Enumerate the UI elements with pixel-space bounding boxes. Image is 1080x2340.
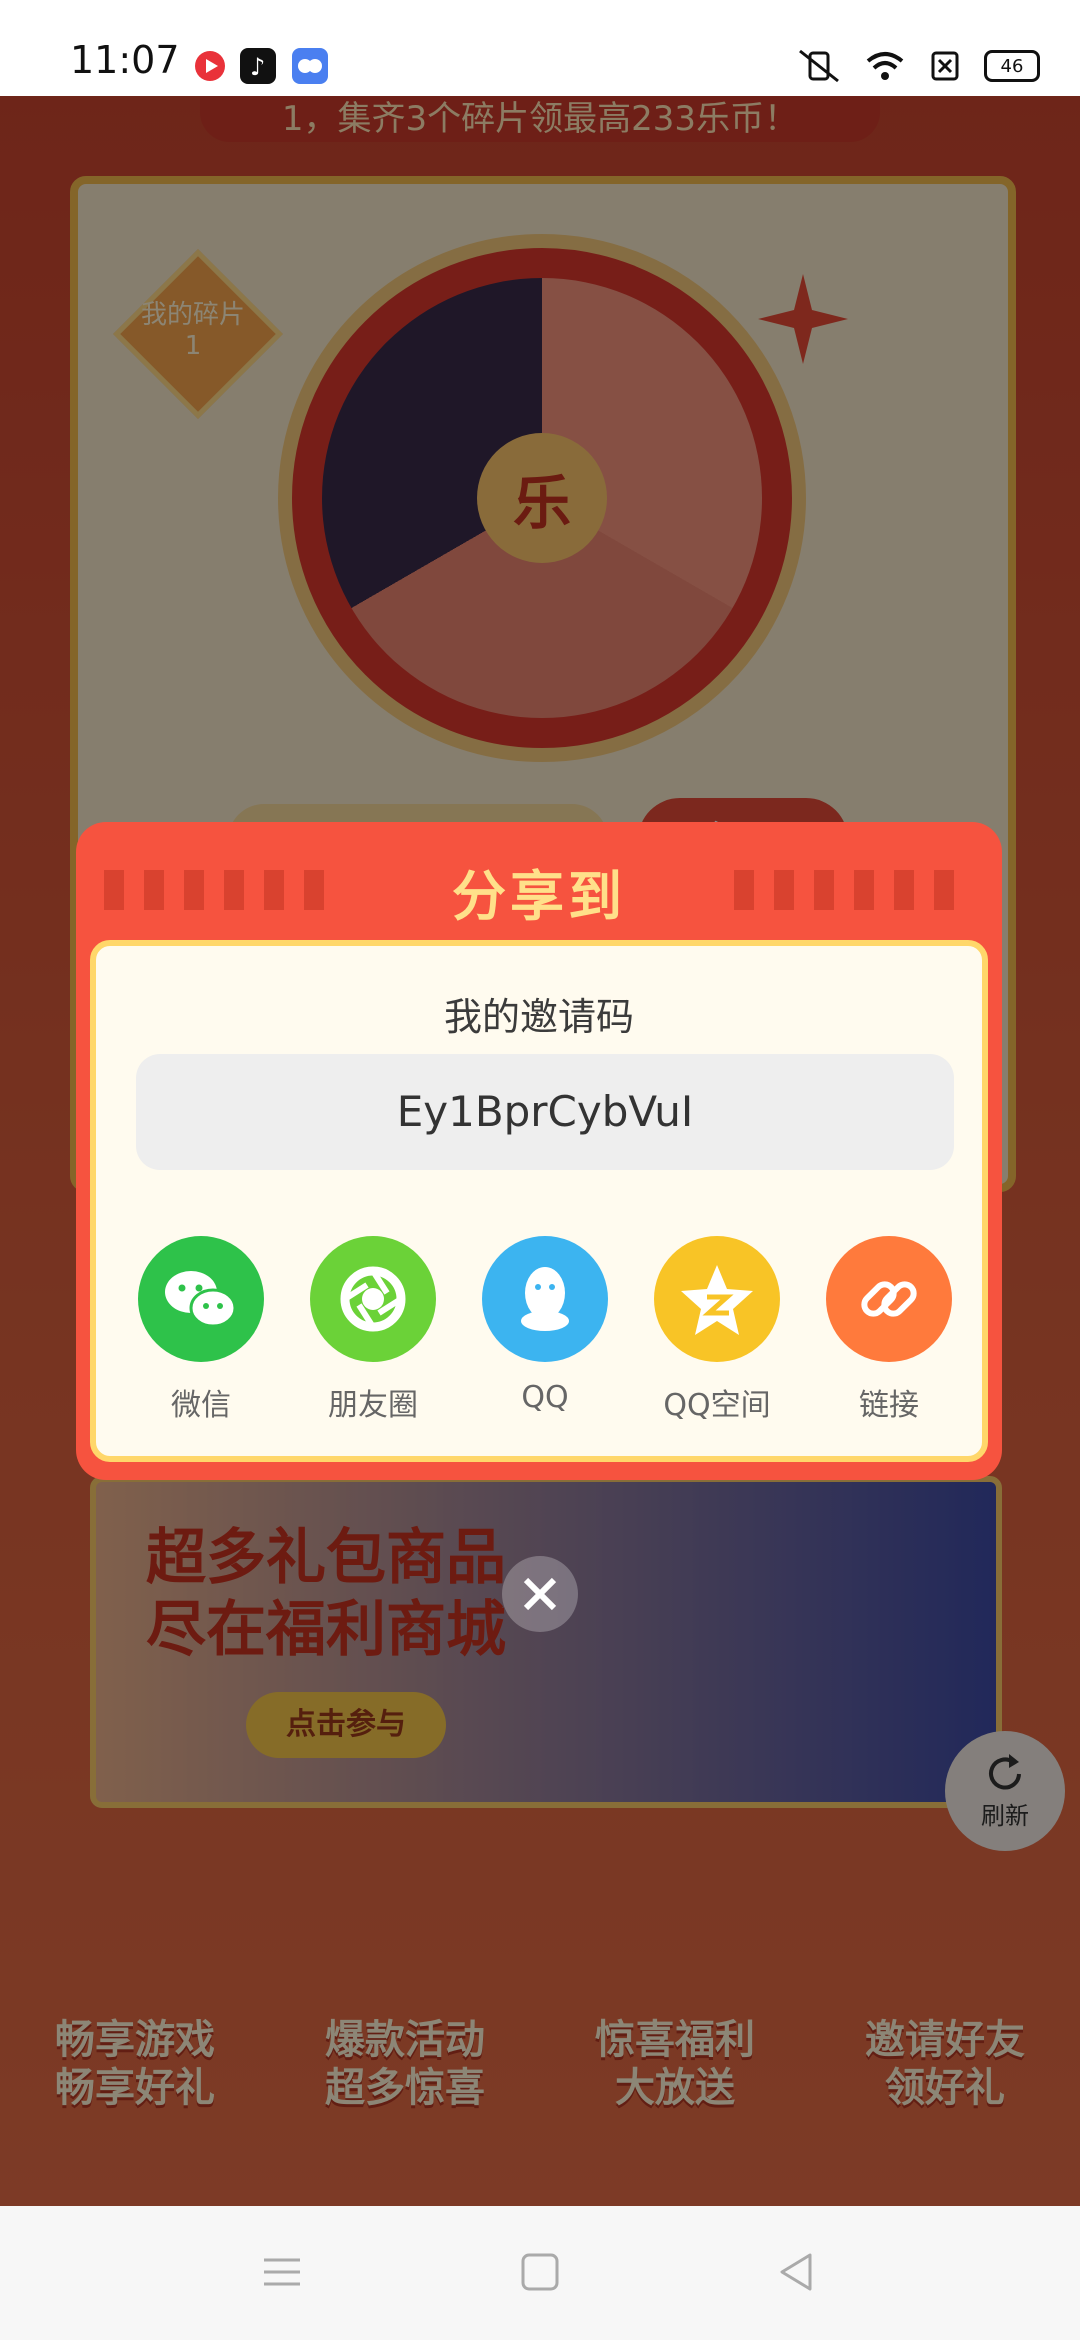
navigation-bar	[0, 2206, 1080, 2340]
vibrate-off-icon	[799, 49, 839, 83]
link-icon[interactable]	[826, 1236, 952, 1362]
video-app-icon	[192, 48, 228, 84]
share-wechat[interactable]: 微信	[116, 1236, 286, 1424]
tiktok-icon: ♪	[240, 48, 276, 84]
menu-nav-icon[interactable]	[262, 2252, 302, 2292]
share-moments[interactable]: 朋友圈	[288, 1236, 458, 1424]
status-bar: 11:07 ♪ 46	[0, 0, 1080, 96]
share-link[interactable]: 链接	[804, 1236, 974, 1424]
status-time: 11:07	[70, 38, 180, 82]
back-nav-icon[interactable]	[776, 2252, 816, 2292]
share-dialog: 分享到 我的邀请码 Ey1BprCybVuI 微信 朋友圈 QQ QQ空间 链接	[76, 822, 1002, 1480]
invite-code-label: 我的邀请码	[443, 995, 634, 1039]
qzone-icon[interactable]	[654, 1236, 780, 1362]
cloud-app-icon	[292, 48, 328, 84]
share-label: 链接	[859, 1388, 919, 1423]
qq-icon[interactable]	[482, 1236, 608, 1362]
wechat-icon[interactable]	[138, 1236, 264, 1362]
share-targets: 微信 朋友圈 QQ QQ空间 链接	[116, 1236, 974, 1424]
dialog-title: 分享到	[452, 865, 626, 928]
close-icon	[523, 1577, 557, 1611]
share-label: 朋友圈	[328, 1388, 418, 1423]
battery-indicator: 46	[984, 50, 1040, 82]
moments-icon[interactable]	[310, 1236, 436, 1362]
share-label: QQ空间	[663, 1388, 771, 1423]
home-nav-icon[interactable]	[520, 2252, 560, 2292]
share-card: 我的邀请码 Ey1BprCybVuI 微信 朋友圈 QQ QQ空间 链接	[90, 940, 988, 1462]
close-dialog-button[interactable]	[502, 1556, 578, 1632]
wifi-icon	[866, 52, 904, 80]
svg-text:♪: ♪	[250, 53, 265, 81]
share-label: QQ	[521, 1380, 569, 1415]
sim-icon	[931, 51, 959, 81]
invite-code-box[interactable]: Ey1BprCybVuI	[136, 1054, 954, 1170]
share-qzone[interactable]: QQ空间	[632, 1236, 802, 1424]
share-label: 微信	[171, 1388, 231, 1423]
share-qq[interactable]: QQ	[460, 1236, 630, 1424]
